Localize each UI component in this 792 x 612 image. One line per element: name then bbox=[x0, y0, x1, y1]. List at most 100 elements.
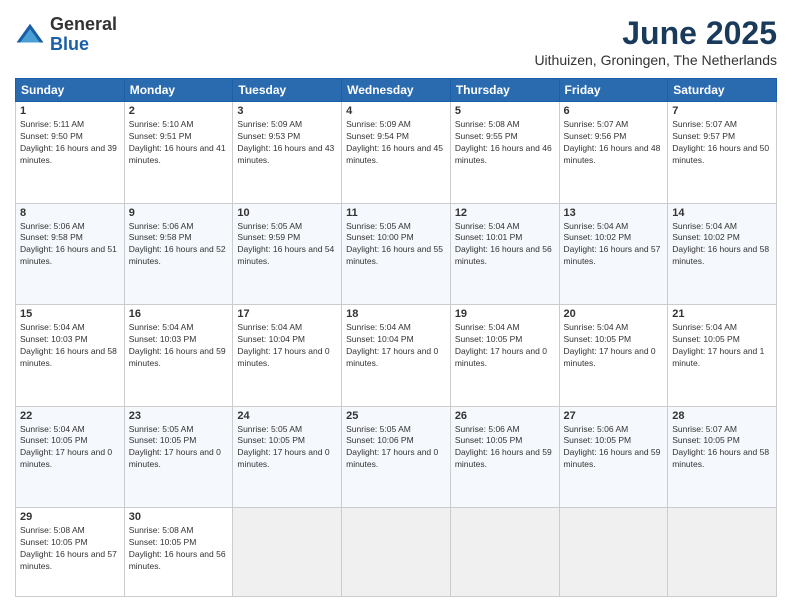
day-info: Sunrise: 5:04 AM Sunset: 10:04 PM Daylig… bbox=[346, 322, 446, 370]
day-number: 4 bbox=[346, 105, 446, 117]
calendar-cell: 29 Sunrise: 5:08 AM Sunset: 10:05 PM Dayl… bbox=[16, 508, 125, 597]
day-info: Sunrise: 5:05 AM Sunset: 10:05 PM Daylig… bbox=[237, 424, 337, 472]
calendar-cell: 17Sunrise: 5:04 AM Sunset: 10:04 PM Dayl… bbox=[233, 305, 342, 407]
day-info: Sunrise: 5:08 AM Sunset: 10:05 PM Daylig… bbox=[129, 525, 229, 573]
calendar-cell: 22 Sunrise: 5:04 AM Sunset: 10:05 PM Dayl… bbox=[16, 406, 125, 508]
day-info: Sunrise: 5:04 AM Sunset: 10:02 PM Daylig… bbox=[672, 221, 772, 269]
col-wednesday: Wednesday bbox=[342, 79, 451, 102]
calendar-cell bbox=[559, 508, 668, 597]
calendar-cell: 7 Sunrise: 5:07 AM Sunset: 9:57 PM Daylig… bbox=[668, 102, 777, 204]
day-info: Sunrise: 5:05 AM Sunset: 9:59 PM Dayligh… bbox=[237, 221, 337, 269]
col-friday: Friday bbox=[559, 79, 668, 102]
title-area: June 2025 Uithuizen, Groningen, The Neth… bbox=[534, 15, 777, 68]
logo-text: General Blue bbox=[50, 15, 117, 55]
calendar-cell: 10 Sunrise: 5:05 AM Sunset: 9:59 PM Dayli… bbox=[233, 203, 342, 305]
day-info: Sunrise: 5:04 AM Sunset: 10:04 PM Daylig… bbox=[237, 322, 337, 370]
day-info: Sunrise: 5:08 AM Sunset: 9:55 PM Dayligh… bbox=[455, 119, 555, 167]
day-number: 12 bbox=[455, 207, 555, 219]
calendar-week-row: 8 Sunrise: 5:06 AM Sunset: 9:58 PM Daylig… bbox=[16, 203, 777, 305]
day-number: 25 bbox=[346, 410, 446, 422]
calendar-week-row: 22 Sunrise: 5:04 AM Sunset: 10:05 PM Dayl… bbox=[16, 406, 777, 508]
day-number: 15 bbox=[20, 308, 120, 320]
page: General Blue June 2025 Uithuizen, Gronin… bbox=[0, 0, 792, 612]
day-info: Sunrise: 5:04 AM Sunset: 10:03 PM Daylig… bbox=[129, 322, 229, 370]
day-info: Sunrise: 5:06 AM Sunset: 9:58 PM Dayligh… bbox=[129, 221, 229, 269]
day-info: Sunrise: 5:07 AM Sunset: 10:05 PM Daylig… bbox=[672, 424, 772, 472]
day-info: Sunrise: 5:04 AM Sunset: 10:02 PM Daylig… bbox=[564, 221, 664, 269]
col-sunday: Sunday bbox=[16, 79, 125, 102]
calendar-cell: 4Sunrise: 5:09 AM Sunset: 9:54 PM Daylig… bbox=[342, 102, 451, 204]
logo-blue: Blue bbox=[50, 35, 117, 55]
calendar-cell: 5 Sunrise: 5:08 AM Sunset: 9:55 PM Daylig… bbox=[450, 102, 559, 204]
calendar-cell: 6Sunrise: 5:07 AM Sunset: 9:56 PM Daylig… bbox=[559, 102, 668, 204]
day-info: Sunrise: 5:06 AM Sunset: 10:05 PM Daylig… bbox=[564, 424, 664, 472]
calendar-cell: 25 Sunrise: 5:05 AM Sunset: 10:06 PM Dayl… bbox=[342, 406, 451, 508]
day-number: 8 bbox=[20, 207, 120, 219]
calendar-header-row: Sunday Monday Tuesday Wednesday Thursday… bbox=[16, 79, 777, 102]
day-info: Sunrise: 5:05 AM Sunset: 10:00 PM Daylig… bbox=[346, 221, 446, 269]
day-info: Sunrise: 5:05 AM Sunset: 10:06 PM Daylig… bbox=[346, 424, 446, 472]
calendar-cell: 23Sunrise: 5:05 AM Sunset: 10:05 PM Dayl… bbox=[124, 406, 233, 508]
day-number: 20 bbox=[564, 308, 664, 320]
logo-icon bbox=[15, 20, 45, 50]
day-number: 30 bbox=[129, 511, 229, 523]
day-number: 9 bbox=[129, 207, 229, 219]
calendar-cell: 21Sunrise: 5:04 AM Sunset: 10:05 PM Dayl… bbox=[668, 305, 777, 407]
calendar-cell: 30 Sunrise: 5:08 AM Sunset: 10:05 PM Dayl… bbox=[124, 508, 233, 597]
col-thursday: Thursday bbox=[450, 79, 559, 102]
calendar-cell: 27Sunrise: 5:06 AM Sunset: 10:05 PM Dayl… bbox=[559, 406, 668, 508]
calendar-cell: 15 Sunrise: 5:04 AM Sunset: 10:03 PM Dayl… bbox=[16, 305, 125, 407]
day-info: Sunrise: 5:06 AM Sunset: 9:58 PM Dayligh… bbox=[20, 221, 120, 269]
calendar-cell: 16 Sunrise: 5:04 AM Sunset: 10:03 PM Dayl… bbox=[124, 305, 233, 407]
day-number: 14 bbox=[672, 207, 772, 219]
day-number: 28 bbox=[672, 410, 772, 422]
day-number: 29 bbox=[20, 511, 120, 523]
day-number: 3 bbox=[237, 105, 337, 117]
calendar-cell: 1Sunrise: 5:11 AM Sunset: 9:50 PM Daylig… bbox=[16, 102, 125, 204]
day-number: 5 bbox=[455, 105, 555, 117]
calendar-cell: 2Sunrise: 5:10 AM Sunset: 9:51 PM Daylig… bbox=[124, 102, 233, 204]
calendar-cell: 11Sunrise: 5:05 AM Sunset: 10:00 PM Dayl… bbox=[342, 203, 451, 305]
calendar-week-row: 29 Sunrise: 5:08 AM Sunset: 10:05 PM Dayl… bbox=[16, 508, 777, 597]
day-info: Sunrise: 5:11 AM Sunset: 9:50 PM Dayligh… bbox=[20, 119, 120, 167]
day-number: 18 bbox=[346, 308, 446, 320]
logo-general: General bbox=[50, 15, 117, 35]
day-info: Sunrise: 5:08 AM Sunset: 10:05 PM Daylig… bbox=[20, 525, 120, 573]
calendar-cell bbox=[342, 508, 451, 597]
day-info: Sunrise: 5:07 AM Sunset: 9:57 PM Dayligh… bbox=[672, 119, 772, 167]
day-number: 16 bbox=[129, 308, 229, 320]
day-number: 24 bbox=[237, 410, 337, 422]
day-number: 13 bbox=[564, 207, 664, 219]
calendar-cell bbox=[450, 508, 559, 597]
calendar-cell: 19 Sunrise: 5:04 AM Sunset: 10:05 PM Dayl… bbox=[450, 305, 559, 407]
day-number: 23 bbox=[129, 410, 229, 422]
day-info: Sunrise: 5:04 AM Sunset: 10:05 PM Daylig… bbox=[672, 322, 772, 370]
day-info: Sunrise: 5:04 AM Sunset: 10:05 PM Daylig… bbox=[20, 424, 120, 472]
day-info: Sunrise: 5:04 AM Sunset: 10:05 PM Daylig… bbox=[455, 322, 555, 370]
calendar-cell: 20 Sunrise: 5:04 AM Sunset: 10:05 PM Dayl… bbox=[559, 305, 668, 407]
day-number: 7 bbox=[672, 105, 772, 117]
calendar-cell: 12 Sunrise: 5:04 AM Sunset: 10:01 PM Dayl… bbox=[450, 203, 559, 305]
calendar-cell: 14 Sunrise: 5:04 AM Sunset: 10:02 PM Dayl… bbox=[668, 203, 777, 305]
calendar-cell bbox=[668, 508, 777, 597]
day-info: Sunrise: 5:04 AM Sunset: 10:03 PM Daylig… bbox=[20, 322, 120, 370]
logo: General Blue bbox=[15, 15, 117, 55]
day-info: Sunrise: 5:07 AM Sunset: 9:56 PM Dayligh… bbox=[564, 119, 664, 167]
day-info: Sunrise: 5:04 AM Sunset: 10:01 PM Daylig… bbox=[455, 221, 555, 269]
calendar-cell: 26Sunrise: 5:06 AM Sunset: 10:05 PM Dayl… bbox=[450, 406, 559, 508]
day-number: 2 bbox=[129, 105, 229, 117]
day-info: Sunrise: 5:09 AM Sunset: 9:53 PM Dayligh… bbox=[237, 119, 337, 167]
calendar-cell: 28 Sunrise: 5:07 AM Sunset: 10:05 PM Dayl… bbox=[668, 406, 777, 508]
day-number: 22 bbox=[20, 410, 120, 422]
calendar-cell bbox=[233, 508, 342, 597]
calendar-cell: 8 Sunrise: 5:06 AM Sunset: 9:58 PM Daylig… bbox=[16, 203, 125, 305]
day-number: 19 bbox=[455, 308, 555, 320]
calendar-cell: 9 Sunrise: 5:06 AM Sunset: 9:58 PM Daylig… bbox=[124, 203, 233, 305]
calendar-week-row: 15 Sunrise: 5:04 AM Sunset: 10:03 PM Dayl… bbox=[16, 305, 777, 407]
day-number: 26 bbox=[455, 410, 555, 422]
day-number: 10 bbox=[237, 207, 337, 219]
calendar-cell: 3 Sunrise: 5:09 AM Sunset: 9:53 PM Daylig… bbox=[233, 102, 342, 204]
calendar-cell: 13 Sunrise: 5:04 AM Sunset: 10:02 PM Dayl… bbox=[559, 203, 668, 305]
day-info: Sunrise: 5:04 AM Sunset: 10:05 PM Daylig… bbox=[564, 322, 664, 370]
col-tuesday: Tuesday bbox=[233, 79, 342, 102]
